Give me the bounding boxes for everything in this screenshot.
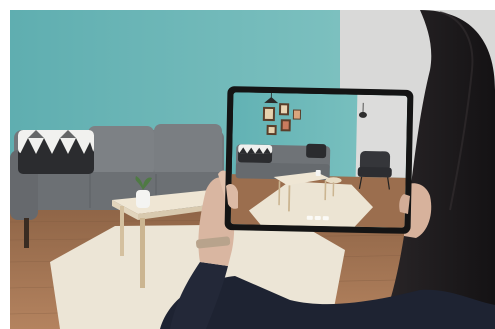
cushion-triangle-icon bbox=[18, 130, 94, 174]
tablet-device bbox=[224, 86, 414, 234]
screen-ui-dots bbox=[306, 215, 329, 221]
ar-furniture-photo bbox=[0, 0, 495, 329]
tablet-screen bbox=[230, 92, 408, 228]
